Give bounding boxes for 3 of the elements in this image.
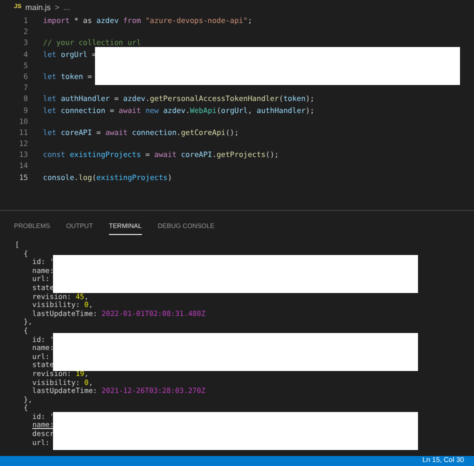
breadcrumb-separator: > <box>54 2 60 14</box>
breadcrumb-file[interactable]: main.js <box>25 2 51 14</box>
breadcrumb-item[interactable]: ... <box>63 2 70 14</box>
